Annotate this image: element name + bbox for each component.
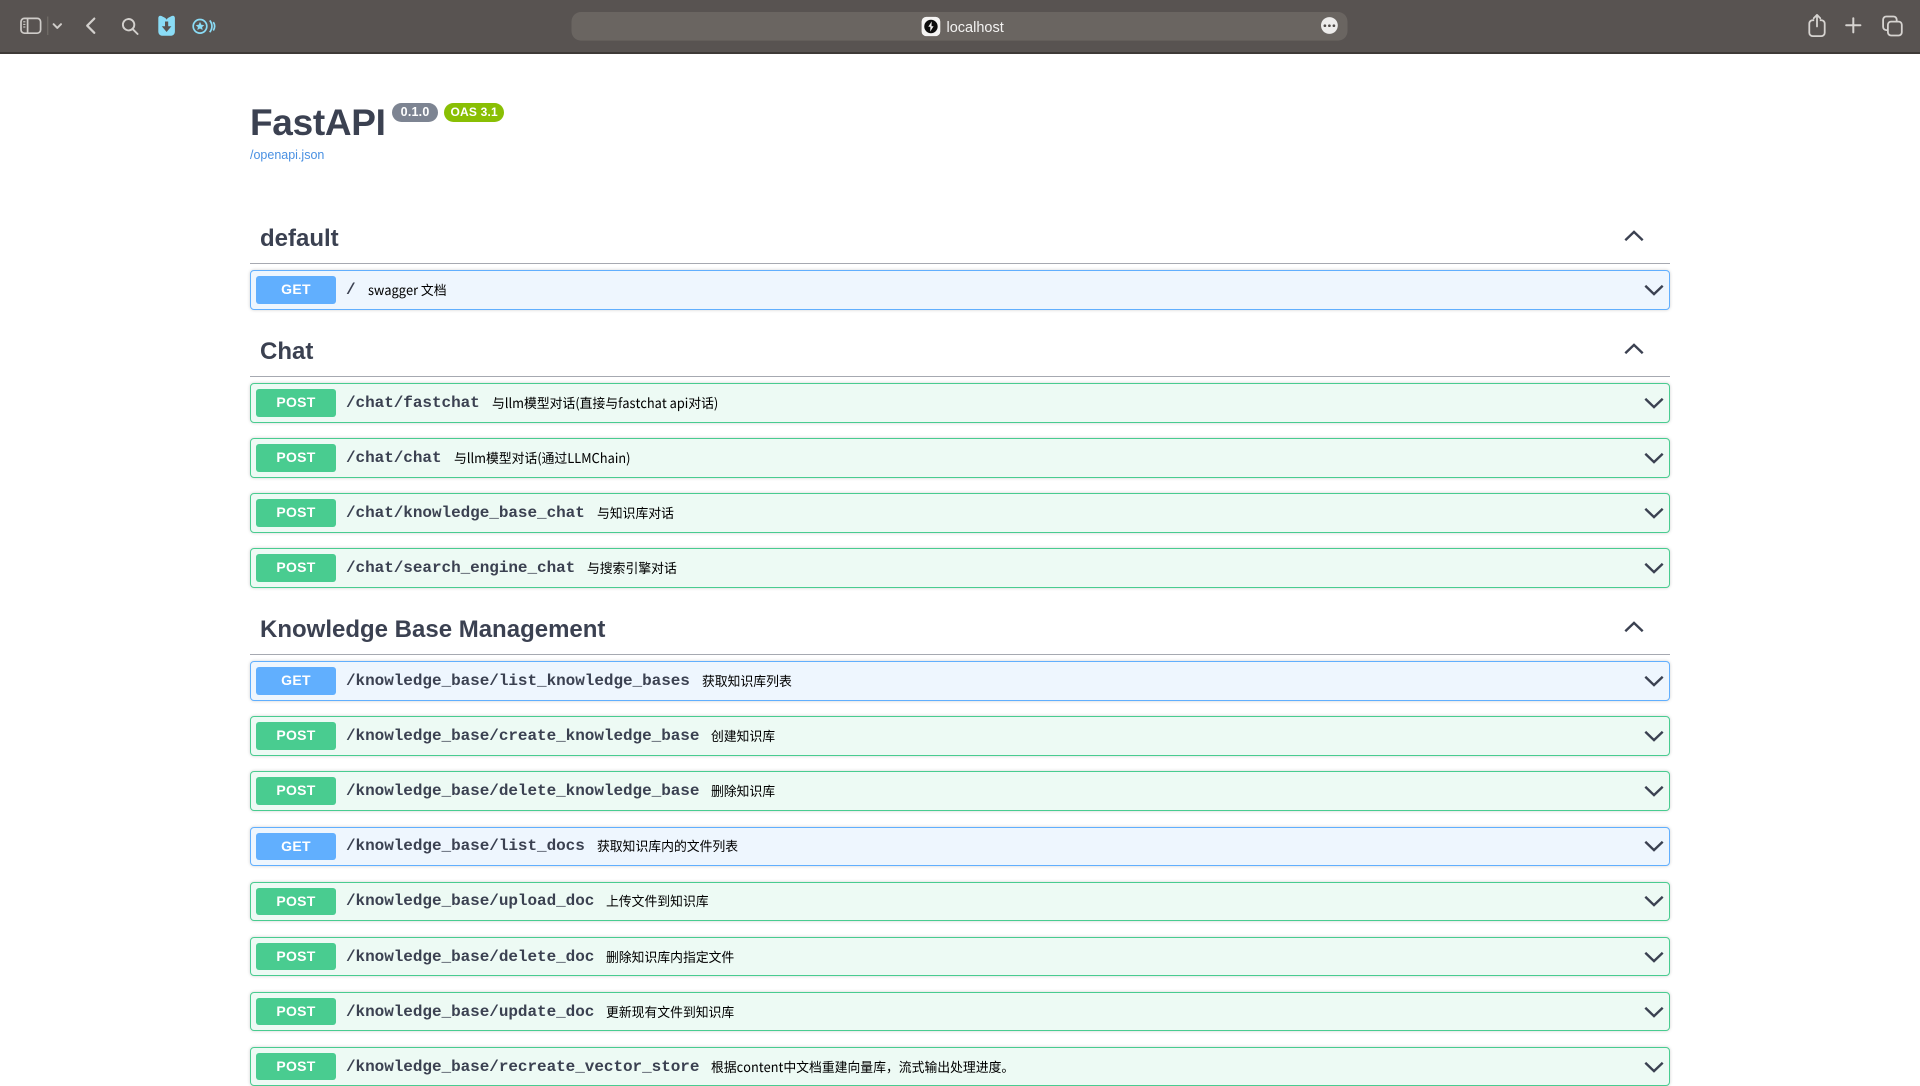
- svg-text:localhost: localhost: [947, 20, 1004, 36]
